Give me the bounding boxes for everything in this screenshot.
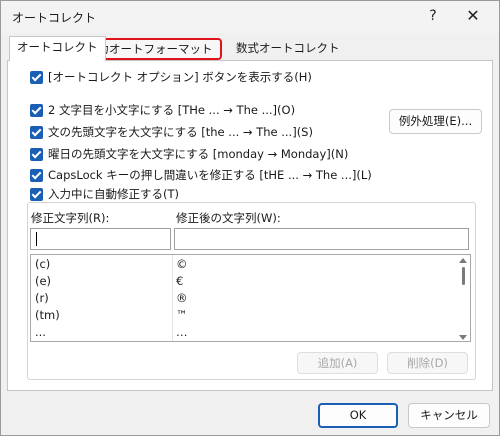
replace-text-checkbox[interactable]: 入力中に自動修正する(T) [30,186,183,202]
delete-button[interactable]: 削除(D) [387,352,468,374]
checkbox-checked-icon [30,103,43,117]
replace-input[interactable] [30,228,171,250]
entry-from: (e) [35,274,52,288]
tab-autocorrect[interactable]: オートコレクト [9,36,106,61]
list-item[interactable]: (r) ® [31,291,456,307]
scroll-down-arrow-icon[interactable] [459,335,467,340]
entry-from: (tm) [35,308,60,322]
capitalize-days-checkbox[interactable]: 曜日の先頭文字を大文字にする [monday → Monday](N) [30,146,348,162]
caps-lock-label: CapsLock キーの押し間違いを修正する [tHE ... → The ..… [48,168,372,182]
text-caret [36,232,37,246]
checkbox-checked-icon [30,125,43,139]
show-buttons-label: [オートコレクト オプション] ボタンを表示する(H) [48,70,312,84]
list-item[interactable]: (e) € [31,274,456,290]
show-buttons-checkbox[interactable]: [オートコレクト オプション] ボタンを表示する(H) [30,69,312,85]
with-label: 修正後の文字列(W): [176,211,281,225]
add-button[interactable]: 追加(A) [297,352,378,374]
replace-label: 修正文字列(R): [31,211,110,225]
replace-text-label: 入力中に自動修正する(T) [48,187,179,201]
exceptions-button[interactable]: 例外処理(E)... [389,109,482,134]
entry-to: ™ [176,308,188,322]
help-button[interactable]: ? [420,4,446,28]
replacement-list[interactable]: (c) © (e) € (r) ® (tm) ™ ... … [30,254,471,342]
capitalize-sentence-checkbox[interactable]: 文の先頭文字を大文字にする [the ... → The ...](S) [30,124,313,140]
scroll-up-arrow-icon[interactable] [459,258,467,263]
entry-to: … [176,325,188,339]
entry-to: ® [176,291,188,305]
entry-from: (r) [35,291,49,305]
entry-to: © [176,257,188,271]
capitalize-sentence-label: 文の先頭文字を大文字にする [the ... → The ...](S) [48,125,313,139]
checkbox-checked-icon [30,70,43,84]
two-initial-caps-checkbox[interactable]: 2 文字目を小文字にする [THe ... → The ...](O) [30,102,295,118]
entry-from: ... [35,325,46,339]
caps-lock-checkbox[interactable]: CapsLock キーの押し間違いを修正する [tHE ... → The ..… [30,167,372,183]
scrollbar-thumb[interactable] [462,267,465,285]
list-item[interactable]: (c) © [31,257,456,273]
list-item[interactable]: (tm) ™ [31,308,456,324]
ok-button[interactable]: OK [318,403,398,428]
capitalize-days-label: 曜日の先頭文字を大文字にする [monday → Monday](N) [48,147,349,161]
dialog-title: オートコレクト [12,11,97,25]
list-item[interactable]: ... … [31,325,456,341]
checkbox-checked-icon [30,187,43,201]
close-button[interactable]: ✕ [460,4,486,28]
title-bar[interactable]: オートコレクト ? ✕ [1,1,499,33]
two-initial-caps-label: 2 文字目を小文字にする [THe ... → The ...](O) [48,103,296,117]
with-input[interactable] [174,228,469,250]
entry-to: € [176,274,184,288]
checkbox-checked-icon [30,168,43,182]
tab-math-autocorrect[interactable]: 数式オートコレクト [229,38,347,60]
cancel-button[interactable]: キャンセル [408,403,490,428]
list-scrollbar[interactable] [456,255,470,341]
checkbox-checked-icon [30,147,43,161]
autocorrect-dialog: オートコレクト ? ✕ オートコレクト 入力オートフォーマット 操作 数式オート… [0,0,500,436]
entry-from: (c) [35,257,51,271]
